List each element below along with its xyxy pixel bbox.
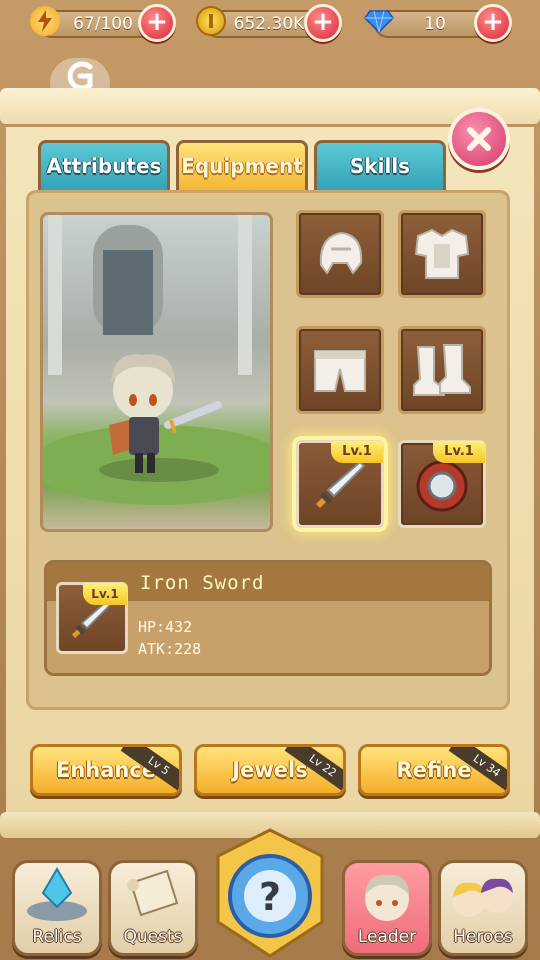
jewels-button[interactable]: Jewels Lv 22 [194,744,346,796]
leader-portrait-icon [365,874,409,921]
item-hp: HP:432 [138,618,193,636]
heroes-group-icon [453,878,513,917]
nav-quests[interactable]: Quests [108,860,198,956]
item-name: Iron Sword [140,572,265,594]
nav-leader-label: Leader [357,927,417,947]
question-emblem-icon: ? [216,828,324,958]
hero-portrait [40,212,273,532]
armor-slot[interactable] [398,210,486,298]
enhance-button[interactable]: Enhance Lv 5 [30,744,182,796]
resource-bar: 67/100 + 652.30K + 10 + [0,0,540,50]
nav-relics[interactable]: Relics [12,860,102,956]
armor-icon [414,228,470,279]
tab-skills[interactable]: Skills [314,140,446,190]
add-gems-button[interactable]: + [474,4,512,42]
close-icon [467,127,491,151]
nav-leader[interactable]: Leader [342,860,432,956]
item-level-badge: Lv.1 [83,583,127,605]
tab-equipment[interactable]: Equipment [176,140,308,190]
sword-icon [316,460,366,508]
gold-value: 652.30K [233,14,305,34]
add-gold-button[interactable]: + [304,4,342,42]
nav-quests-label: Quests [123,927,183,947]
nav-heroes[interactable]: Heroes [438,860,528,956]
diamond-icon [364,6,394,36]
scroll-icon [127,869,179,917]
tab-attributes[interactable]: Attributes [38,140,170,190]
jewels-label: Jewels [232,758,308,782]
shield-level-badge: Lv.1 [433,441,485,463]
boots-icon [413,344,471,396]
shield-slot[interactable]: Lv.1 [398,440,486,528]
helmet-icon [319,231,363,275]
close-button[interactable] [448,108,510,170]
selected-item-icon-slot: Lv.1 [56,582,128,654]
svg-text:?: ? [259,875,281,919]
refine-button[interactable]: Refine Lv 34 [358,744,510,796]
crystal-relic-icon [27,867,87,921]
item-atk: ATK:228 [138,640,202,658]
pants-icon [314,350,366,392]
lightning-icon [30,6,60,36]
gems-value: 10 [424,14,446,34]
weapon-level-badge: Lv.1 [331,441,383,463]
gold-coin-icon [196,6,226,36]
pants-slot[interactable] [296,326,384,414]
helmet-slot[interactable] [296,210,384,298]
energy-value: 67/100 [73,14,133,34]
refine-label: Refine [396,758,472,782]
boots-slot[interactable] [398,326,486,414]
add-energy-button[interactable]: + [138,4,176,42]
summon-button[interactable]: ? [212,826,328,960]
nav-relics-label: Relics [32,927,82,947]
weapon-slot[interactable]: Lv.1 [296,440,384,528]
nav-heroes-label: Heroes [453,927,513,947]
